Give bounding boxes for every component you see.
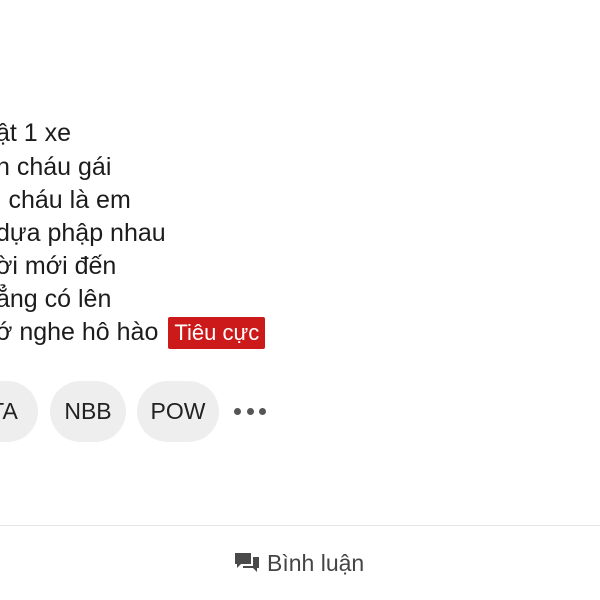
post-text-line: ớ nghe hô hào Tiêu cực (0, 316, 266, 350)
more-options-button[interactable] (230, 395, 270, 427)
sentiment-badge: Tiêu cực (168, 317, 266, 350)
chip-row: TA NBB POW (0, 381, 600, 442)
comment-icon (235, 553, 259, 572)
post-text-last: ớ nghe hô hào (0, 318, 159, 346)
chip-pow[interactable]: POW (137, 381, 219, 442)
chip-ta[interactable]: TA (0, 381, 38, 442)
more-horizontal-icon-dot (259, 407, 266, 415)
post-text-line: n cháu gái (0, 153, 112, 181)
more-horizontal-icon-dot (246, 407, 254, 415)
post-text-line: ật 1 xe (0, 119, 72, 147)
post-text-line: dựa phập nhau (0, 219, 166, 247)
post-text-line: i cháu là em (0, 186, 131, 214)
chip-nbb[interactable]: NBB (50, 381, 126, 442)
comment-button[interactable]: Bình luận (233, 543, 364, 583)
post-body: ật 1 xe n cháu gái i cháu là em dựa phập… (0, 0, 600, 520)
post-text-line: ời mới đến (0, 252, 117, 280)
comment-label: Bình luận (267, 549, 365, 576)
post-text-line: ẳng có lên (0, 285, 112, 313)
footer-divider (0, 525, 600, 526)
more-horizontal-icon (234, 407, 241, 415)
